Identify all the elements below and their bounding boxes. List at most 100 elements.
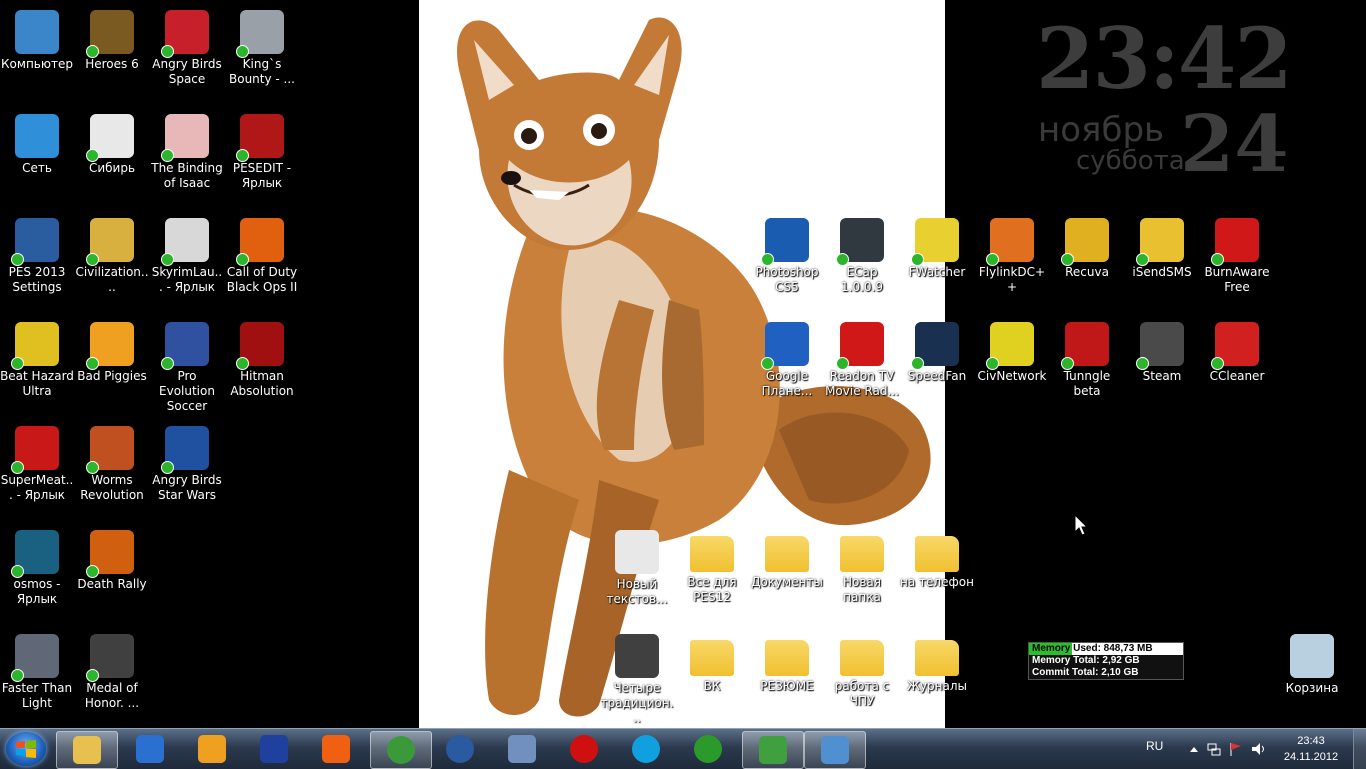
taskbar-item[interactable]: [120, 731, 180, 767]
taskbar-item[interactable]: [492, 731, 552, 767]
google-earth-icon: [761, 322, 809, 370]
taskbar-clock[interactable]: 23:43 24.11.2012: [1276, 733, 1346, 765]
desktop[interactable]: Компьютер Heroes 6 Angry Birds Space King`s…: [0, 0, 1366, 728]
desktop-icon[interactable]: FlylinkDC++: [975, 218, 1049, 295]
desktop-icon[interactable]: Google Плане...: [750, 322, 824, 399]
shortcut-arrow-icon: [986, 357, 999, 370]
desktop-icon[interactable]: Steam: [1125, 322, 1199, 384]
taskbar-item[interactable]: [182, 731, 242, 767]
desktop-icon[interactable]: The Binding of Isaac: [150, 114, 224, 191]
taskbar-item[interactable]: [616, 731, 676, 767]
skyrim-icon: [161, 218, 209, 266]
desktop-icon[interactable]: РЕЗЮМЕ: [750, 634, 824, 694]
desktop-icon[interactable]: osmos - Ярлык: [0, 530, 74, 607]
desktop-icon[interactable]: Bad Piggies: [75, 322, 149, 384]
taskbar-item[interactable]: [306, 731, 366, 767]
desktop-icon[interactable]: Документы: [750, 530, 824, 590]
desktop-icon-label: Civilization....: [75, 265, 149, 294]
desktop-icon[interactable]: Tunngle beta: [1050, 322, 1124, 399]
network-icon[interactable]: [1206, 741, 1222, 757]
desktop-icon[interactable]: Все для PES12: [675, 530, 749, 605]
desktop-icon[interactable]: Сеть: [0, 114, 74, 176]
civilization-icon: [86, 218, 134, 266]
skype-icon: [632, 735, 660, 763]
desktop-icon[interactable]: Pro Evolution Soccer: [150, 322, 224, 414]
aimp-icon: [198, 735, 226, 763]
taskbar-item[interactable]: [804, 731, 866, 769]
desktop-icon[interactable]: Photoshop CS5: [750, 218, 824, 295]
desktop-icon[interactable]: King`s Bounty - ...: [225, 10, 299, 87]
osmos-icon: [11, 530, 59, 578]
shortcut-arrow-icon: [161, 357, 174, 370]
taskbar-item[interactable]: [430, 731, 490, 767]
taskbar-item[interactable]: [244, 731, 304, 767]
desktop-icon[interactable]: Корзина: [1275, 634, 1349, 696]
taskbar-item[interactable]: [678, 731, 738, 767]
explorer-icon: [73, 736, 101, 764]
desktop-icon[interactable]: FWatcher: [900, 218, 974, 280]
desktop-icon[interactable]: CCleaner: [1200, 322, 1274, 384]
desktop-icon[interactable]: Readon TV Movie Rad...: [825, 322, 899, 399]
desktop-icon[interactable]: Heroes 6: [75, 10, 149, 72]
volume-icon[interactable]: [1250, 741, 1266, 757]
desktop-icon[interactable]: Recuva: [1050, 218, 1124, 280]
desktop-icon[interactable]: BurnAware Free: [1200, 218, 1274, 295]
taskbar-item[interactable]: [370, 731, 432, 769]
taskbar-item[interactable]: [554, 731, 614, 767]
desktop-icon[interactable]: SpeedFan: [900, 322, 974, 384]
desktop-icon[interactable]: Faster Than Light: [0, 634, 74, 711]
desktop-icon[interactable]: работа с ЧПУ: [825, 634, 899, 709]
kinopoisk-icon: [322, 735, 350, 763]
desktop-icon[interactable]: Worms Revolution: [75, 426, 149, 503]
desktop-icon[interactable]: PES 2013 Settings: [0, 218, 74, 295]
tunngle-icon: [1061, 322, 1109, 370]
isaac-icon: [161, 114, 209, 162]
desktop-icon[interactable]: Medal of Honor. ...: [75, 634, 149, 711]
desktop-icon[interactable]: Angry Birds Space: [150, 10, 224, 87]
desktop-icon-label: Корзина: [1285, 681, 1339, 695]
desktop-icon[interactable]: Новый текстов...: [600, 530, 674, 607]
start-button[interactable]: [6, 732, 46, 766]
desktop-icon[interactable]: Сибирь: [75, 114, 149, 176]
desktop-icon[interactable]: PESEDIT - Ярлык: [225, 114, 299, 191]
flag-warning-icon[interactable]: [1228, 741, 1244, 757]
show-hidden-icons-icon[interactable]: [1186, 741, 1202, 757]
desktop-icon[interactable]: SuperMeat... - Ярлык: [0, 426, 74, 503]
desktop-icon[interactable]: iSendSMS: [1125, 218, 1199, 280]
angry-bird-icon: [161, 10, 209, 58]
piggy-icon: [86, 322, 134, 370]
desktop-icon[interactable]: ВК: [675, 634, 749, 694]
desktop-icon-label: osmos - Ярлык: [13, 577, 61, 606]
desktop-icon[interactable]: Civilization....: [75, 218, 149, 295]
desktop-icon[interactable]: ECap 1.0.0.9: [825, 218, 899, 295]
desktop-icon[interactable]: Новая папка: [825, 530, 899, 605]
desktop-icon-label: BurnAware Free: [1204, 265, 1270, 294]
taskbar-item[interactable]: [56, 731, 118, 769]
clock-gadget-time: 23:42: [1036, 9, 1293, 108]
desktop-icon[interactable]: Журналы: [900, 634, 974, 694]
desktop-icon[interactable]: Angry Birds Star Wars: [150, 426, 224, 503]
taskbar-item[interactable]: [742, 731, 804, 769]
desktop-icon-label: CCleaner: [1209, 369, 1265, 383]
desktop-icon[interactable]: Четыре традицион...: [600, 634, 674, 726]
desktop-icon[interactable]: Hitman Absolution: [225, 322, 299, 399]
desktop-icon[interactable]: Компьютер: [0, 10, 74, 72]
pes-settings-icon: [11, 218, 59, 266]
desktop-icon[interactable]: CivNetwork: [975, 322, 1049, 384]
show-desktop-button[interactable]: [1353, 729, 1366, 769]
shortcut-arrow-icon: [761, 253, 774, 266]
shortcut-arrow-icon: [761, 357, 774, 370]
shortcut-arrow-icon: [1136, 253, 1149, 266]
language-indicator[interactable]: RU: [1146, 739, 1163, 753]
clock-gadget[interactable]: 23:42 ноябрь 24 суббота: [1030, 14, 1293, 190]
desktop-icon[interactable]: Death Rally: [75, 530, 149, 592]
windows-logo-icon: [16, 740, 36, 758]
desktop-icon[interactable]: SkyrimLau... - Ярлык: [150, 218, 224, 295]
desktop-icon[interactable]: Beat Hazard Ultra: [0, 322, 74, 399]
desktop-icon-label: Medal of Honor. ...: [84, 681, 140, 710]
desktop-icon[interactable]: на телефон: [900, 530, 974, 590]
shortcut-arrow-icon: [236, 149, 249, 162]
memory-gadget[interactable]: Memory Used: 848,73 MB Memory Total: 2,9…: [1028, 642, 1184, 680]
desktop-icon-label: РЕЗЮМЕ: [760, 679, 814, 693]
desktop-icon[interactable]: Call of Duty Black Ops II: [225, 218, 299, 295]
